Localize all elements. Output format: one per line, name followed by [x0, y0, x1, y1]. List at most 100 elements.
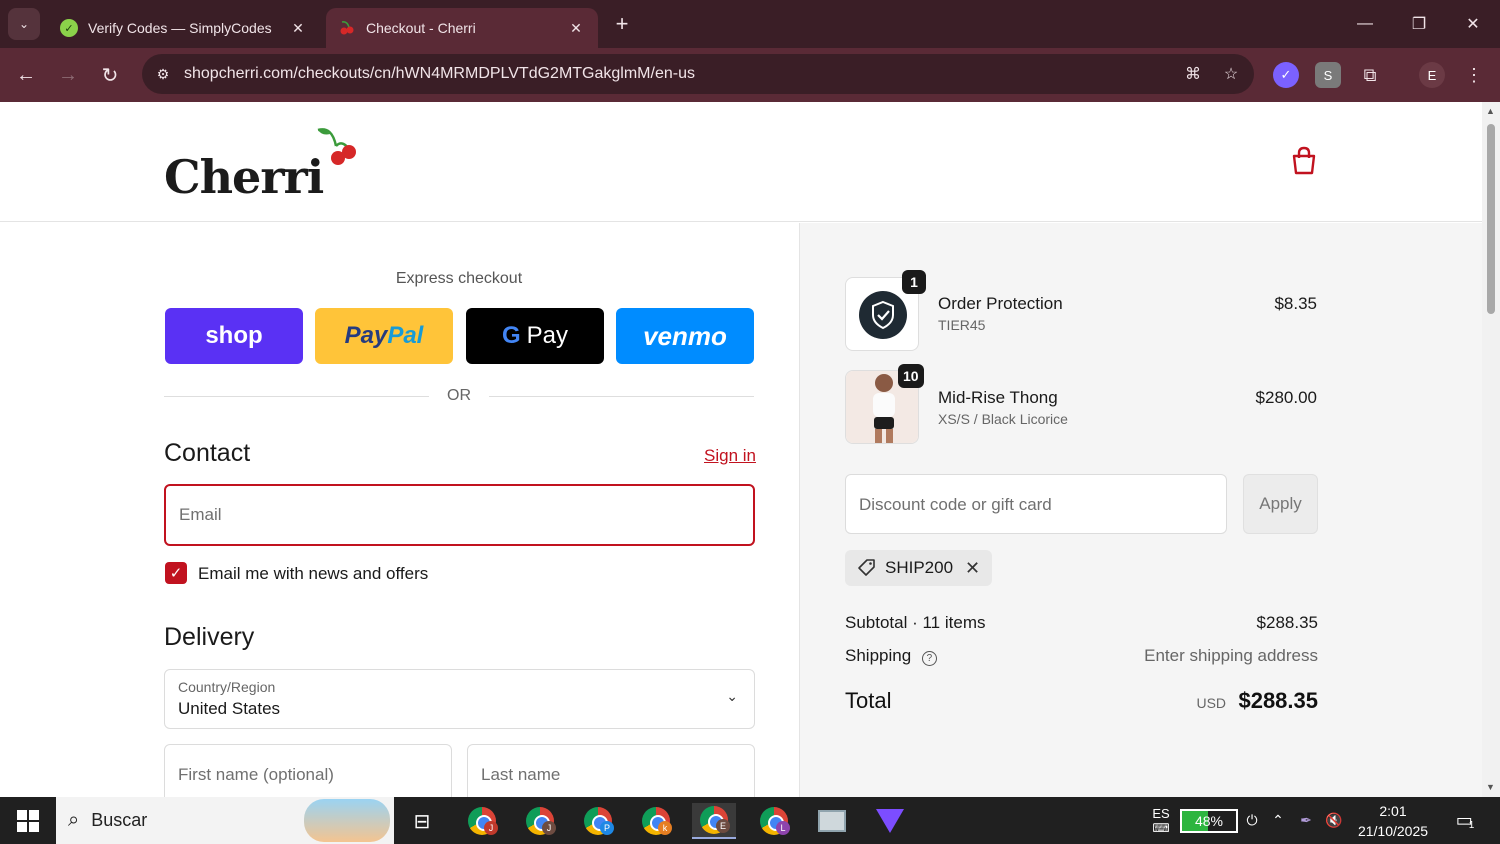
- search-icon: ⌕: [68, 809, 80, 831]
- extension-icon[interactable]: ✓: [1273, 62, 1299, 88]
- translate-icon[interactable]: ⌘: [1178, 64, 1208, 84]
- google-pay-button[interactable]: G Pay: [466, 308, 604, 364]
- task-view-icon[interactable]: ⊟: [400, 803, 444, 839]
- shopping-bag-icon[interactable]: [1290, 146, 1318, 176]
- subtotal-label: Subtotal · 11 items: [845, 613, 986, 632]
- taskbar-search[interactable]: ⌕ Buscar: [56, 797, 394, 844]
- tab-simplycodes[interactable]: ✓ Verify Codes — SimplyCodes ✕: [48, 8, 320, 48]
- remote-desktop-icon[interactable]: [810, 803, 854, 839]
- battery-indicator[interactable]: 48%: [1180, 809, 1238, 833]
- venmo-logo: venmo: [643, 320, 727, 351]
- profile-avatar[interactable]: E: [1419, 62, 1445, 88]
- speaker-muted-icon[interactable]: 🔇: [1322, 797, 1346, 844]
- shop-pay-button[interactable]: shop: [165, 308, 303, 364]
- reload-icon: ↻: [101, 64, 119, 87]
- chrome-profile-l-icon[interactable]: L: [752, 803, 796, 839]
- profile-badge: J: [484, 821, 498, 835]
- chrome-profile-j-icon[interactable]: J: [460, 803, 504, 839]
- shop-pay-logo: shop: [205, 322, 263, 349]
- contact-heading: Contact: [164, 439, 251, 467]
- first-name-field[interactable]: First name (optional): [164, 744, 452, 797]
- keyboard-icon: ⌨: [1152, 821, 1170, 835]
- cherry-logo-icon: [317, 128, 356, 165]
- item-variant: TIER45: [938, 317, 986, 333]
- battery-percent: 48%: [1194, 813, 1224, 829]
- app-funnel-icon[interactable]: [868, 803, 912, 839]
- extension-s-icon[interactable]: S: [1315, 62, 1341, 88]
- address-bar[interactable]: ⚙ shopcherri.com/checkouts/cn/hWN4MRMDPL…: [142, 54, 1254, 94]
- arrow-right-icon: →: [58, 63, 78, 86]
- tab-title: Checkout - Cherri: [366, 20, 476, 36]
- item-name: Order Protection: [938, 294, 1063, 313]
- back-button[interactable]: ←: [11, 60, 41, 90]
- windows-logo-icon: [17, 809, 39, 832]
- windows-taskbar: ⌕ Buscar ⊟ J J P k E L ES ⌨ 48% ⏻ ⌃ ✒ 🔇 …: [0, 797, 1500, 844]
- country-region-select[interactable]: Country/Region United States ⌄: [164, 669, 755, 729]
- chrome-profile-j2-icon[interactable]: J: [518, 803, 562, 839]
- paypal-button[interactable]: Pay Pal: [315, 308, 453, 364]
- chrome-profile-p-icon[interactable]: P: [576, 803, 620, 839]
- remove-code-icon[interactable]: ✕: [965, 558, 980, 579]
- scroll-up-arrow[interactable]: ▲: [1486, 106, 1495, 116]
- express-checkout-label: Express checkout: [395, 270, 523, 287]
- item-variant: XS/S / Black Licorice: [938, 411, 1068, 427]
- or-label: OR: [447, 387, 471, 404]
- bookmark-star-icon[interactable]: ☆: [1216, 64, 1246, 84]
- power-plug-icon: ⏻: [1246, 812, 1258, 828]
- discount-code-input[interactable]: Discount code or gift card: [845, 474, 1227, 534]
- email-field[interactable]: Email: [164, 484, 755, 546]
- tag-icon: [858, 559, 875, 576]
- scroll-down-arrow[interactable]: ▼: [1486, 782, 1495, 792]
- total-value: $288.35: [1238, 688, 1318, 713]
- extensions-puzzle-icon[interactable]: ⧉: [1357, 62, 1383, 88]
- page-scrollbar[interactable]: ▲ ▼: [1482, 102, 1500, 797]
- tab-search-button[interactable]: ⌄: [8, 8, 40, 40]
- restore-button[interactable]: ❐: [1392, 8, 1446, 40]
- sign-in-link[interactable]: Sign in: [704, 446, 756, 466]
- total-label: Total: [845, 688, 892, 713]
- new-tab-button[interactable]: +: [608, 10, 636, 38]
- gpay-logo: Pay: [526, 322, 569, 349]
- scroll-thumb[interactable]: [1487, 124, 1495, 314]
- menu-kebab-icon[interactable]: ⋮: [1461, 62, 1487, 88]
- funnel-icon: [876, 809, 904, 833]
- chrome-profile-k-icon[interactable]: k: [634, 803, 678, 839]
- profile-badge: k: [658, 821, 672, 835]
- cherri-logo[interactable]: Cherri: [164, 150, 324, 204]
- chevron-down-icon: ⌄: [726, 688, 738, 704]
- cherry-icon: [338, 19, 356, 37]
- newsletter-label[interactable]: Email me with news and offers: [198, 564, 428, 584]
- start-button[interactable]: [0, 797, 56, 844]
- reload-button[interactable]: ↻: [95, 60, 125, 90]
- delivery-heading: Delivery: [164, 623, 255, 651]
- system-clock[interactable]: 2:01 21/10/2025: [1350, 801, 1436, 841]
- venmo-button[interactable]: venmo: [616, 308, 754, 364]
- forward-button[interactable]: →: [53, 60, 83, 90]
- pen-icon[interactable]: ✒: [1294, 797, 1318, 844]
- chrome-profile-e-icon[interactable]: E: [692, 803, 736, 839]
- url-text[interactable]: shopcherri.com/checkouts/cn/hWN4MRMDPLVT…: [184, 65, 1178, 83]
- notification-center-icon[interactable]: ▭ 1: [1448, 797, 1482, 844]
- checkout-page: Cherri Express checkout shop Pay Pal G Pay…: [0, 102, 1482, 797]
- language-indicator[interactable]: ES ⌨: [1148, 797, 1174, 844]
- newsletter-checkbox[interactable]: ✓: [165, 562, 187, 584]
- divider-line: [489, 395, 754, 397]
- item-name: Mid-Rise Thong: [938, 388, 1058, 407]
- close-tab-icon[interactable]: ✕: [288, 20, 308, 37]
- close-window-button[interactable]: ✕: [1446, 8, 1500, 40]
- profile-badge: J: [542, 821, 556, 835]
- quantity-badge: 10: [898, 364, 924, 388]
- apply-discount-button[interactable]: Apply: [1243, 474, 1318, 534]
- help-circle-icon[interactable]: ?: [921, 651, 937, 666]
- close-tab-icon[interactable]: ✕: [566, 20, 586, 37]
- or-divider: OR: [164, 386, 754, 406]
- show-hidden-icons-chevron-icon[interactable]: ⌃: [1268, 797, 1288, 844]
- total-row: Total USD $288.35: [845, 688, 1318, 714]
- subtotal-value: $288.35: [1256, 613, 1318, 632]
- last-name-field[interactable]: Last name: [467, 744, 755, 797]
- site-info-icon[interactable]: ⚙: [152, 66, 174, 83]
- clock-time: 2:01: [1379, 803, 1407, 819]
- tab-checkout-cherri[interactable]: Checkout - Cherri ✕: [326, 8, 598, 48]
- minimize-button[interactable]: —: [1338, 8, 1392, 40]
- profile-badge: P: [600, 821, 614, 835]
